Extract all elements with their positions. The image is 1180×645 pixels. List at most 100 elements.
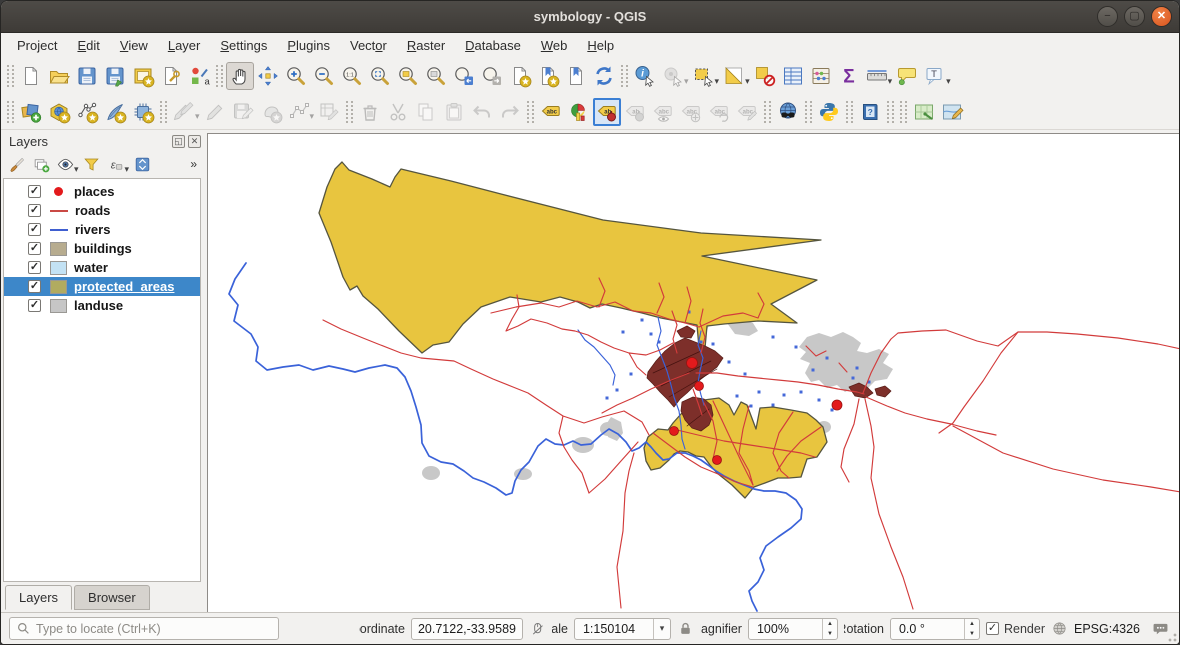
python-console-button[interactable] [815,98,843,126]
pan-to-selection-button[interactable] [254,62,282,90]
identify-features-button[interactable]: i [631,62,659,90]
title-bar[interactable]: symbology - QGIS −▢✕ [1,1,1179,33]
filter-expression-dropdown-caret[interactable]: ▾ [125,164,130,175]
layer-diagram-button[interactable] [565,98,593,126]
new-geopackage-layer-button[interactable] [45,98,73,126]
layer-labeling-button[interactable]: abc [537,98,565,126]
rotation-spin-buttons[interactable]: ▲▼ [964,619,979,639]
zoom-to-layer-button[interactable] [422,62,450,90]
minimize-button[interactable]: − [1097,6,1118,27]
scale-combobox[interactable]: 1:150104 ▾ [574,618,671,640]
zoom-full-button[interactable] [366,62,394,90]
layer-label-roads[interactable]: roads [75,203,110,218]
style-brush-button[interactable] [5,153,29,175]
open-attribute-table-button[interactable] [779,62,807,90]
layer-row-water[interactable]: ✓ water [4,258,200,277]
menu-web[interactable]: Web [531,35,578,56]
rotation-spinbox[interactable]: 0.0 ° ▲▼ [890,618,980,640]
plugin-osm-button[interactable] [910,98,938,126]
zoom-in-button[interactable] [282,62,310,90]
new-print-layout-button[interactable] [129,62,157,90]
mouse-position-icon[interactable] [529,620,546,637]
layer-checkbox-places[interactable]: ✓ [28,185,41,198]
layer-label-places[interactable]: places [74,184,114,199]
panel-float-button[interactable]: ◱ [172,135,185,148]
layer-label-water[interactable]: water [74,260,108,275]
new-virtual-layer-button[interactable] [129,98,157,126]
menu-project[interactable]: Project [7,35,67,56]
lock-scale-icon[interactable] [677,620,694,637]
menu-raster[interactable]: Raster [397,35,455,56]
measure-button[interactable] [863,62,891,90]
layer-row-places[interactable]: ✓ places [4,182,200,201]
layer-checkbox-rivers[interactable]: ✓ [28,223,41,236]
menu-help[interactable]: Help [577,35,624,56]
zoom-out-button[interactable] [310,62,338,90]
help-contents-button[interactable]: ? [856,98,884,126]
new-bookmark-button[interactable] [506,62,534,90]
render-checkbox[interactable]: ✓ Render [986,622,1045,636]
layer-row-landuse[interactable]: ✓ landuse [4,296,200,315]
scale-dropdown-arrow[interactable]: ▾ [653,619,670,639]
map-tips-button[interactable] [893,62,921,90]
refresh-button[interactable] [590,62,618,90]
magnifier-spinbox[interactable]: 100% ▲▼ [748,618,838,640]
show-bookmarks-button[interactable] [534,62,562,90]
layer-label-rivers[interactable]: rivers [75,222,110,237]
menu-vector[interactable]: Vector [340,35,397,56]
filter-legend-button[interactable] [80,153,104,175]
layer-row-protected_areas[interactable]: ✓ protected_areas [4,277,200,296]
layer-checkbox-roads[interactable]: ✓ [28,204,41,217]
layer-checkbox-water[interactable]: ✓ [28,261,41,274]
layer-checkbox-landuse[interactable]: ✓ [28,299,41,312]
tab-layers[interactable]: Layers [5,585,72,610]
menu-plugins[interactable]: Plugins [277,35,340,56]
magnifier-spin-buttons[interactable]: ▲▼ [822,619,837,639]
zoom-next-button[interactable] [478,62,506,90]
save-project-as-button[interactable] [101,62,129,90]
style-manager-button[interactable]: a [185,62,213,90]
menu-edit[interactable]: Edit [67,35,109,56]
layer-checkbox-protected_areas[interactable]: ✓ [28,280,41,293]
menu-view[interactable]: View [110,35,158,56]
manage-themes-dropdown-caret[interactable]: ▾ [74,164,79,175]
zoom-last-button[interactable] [450,62,478,90]
select-by-form-button[interactable] [720,62,748,90]
expand-tree-button[interactable] [130,153,154,175]
zoom-native-button[interactable]: 1:1 [338,62,366,90]
new-spatialite-layer-button[interactable] [101,98,129,126]
open-project-button[interactable] [45,62,73,90]
layer-checkbox-buildings[interactable]: ✓ [28,242,41,255]
resize-grip[interactable] [1165,630,1177,642]
deselect-features-button[interactable] [751,62,779,90]
crs-globe-icon[interactable] [1051,620,1068,637]
add-group-button[interactable] [29,153,53,175]
map-canvas[interactable] [207,133,1180,613]
close-button[interactable]: ✕ [1151,6,1172,27]
layer-row-roads[interactable]: ✓ roads [4,201,200,220]
text-annotation-button[interactable]: T [921,62,949,90]
menu-settings[interactable]: Settings [210,35,277,56]
coordinate-input[interactable]: 20.7122,-33.9589 [411,618,523,640]
save-project-button[interactable] [73,62,101,90]
layout-manager-button[interactable] [157,62,185,90]
panel-toolbar-overflow[interactable]: » [190,157,203,171]
menu-database[interactable]: Database [455,35,531,56]
render-checkbox-box[interactable]: ✓ [986,622,999,635]
statistics-button[interactable] [807,62,835,90]
layer-label-landuse[interactable]: landuse [74,298,123,313]
locator-search-input[interactable]: Type to locate (Ctrl+K) [9,617,279,640]
layer-row-buildings[interactable]: ✓ buildings [4,239,200,258]
new-project-button[interactable] [17,62,45,90]
pin-labels-button[interactable]: ab [593,98,621,126]
zoom-to-selection-button[interactable] [394,62,422,90]
new-shapefile-layer-button[interactable] [73,98,101,126]
bookmark-button[interactable] [562,62,590,90]
layer-label-protected_areas[interactable]: protected_areas [74,279,174,294]
pan-map-button[interactable] [226,62,254,90]
crs-status[interactable]: EPSG:4326 [1074,622,1140,636]
data-source-manager-button[interactable] [17,98,45,126]
statistical-summary-button[interactable]: Σ [835,62,863,90]
menu-layer[interactable]: Layer [158,35,211,56]
layer-label-buildings[interactable]: buildings [74,241,132,256]
